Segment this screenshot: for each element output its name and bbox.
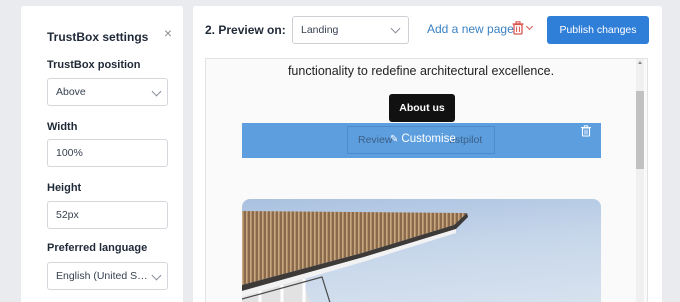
settings-title: TrustBox settings xyxy=(47,30,149,44)
pencil-icon: ✎ xyxy=(390,134,399,145)
preview-page-select[interactable]: Landing xyxy=(292,16,409,44)
customise-button[interactable]: ✎ Customise xyxy=(390,133,456,145)
width-input[interactable]: 100% xyxy=(47,139,168,167)
height-input[interactable]: 52px xyxy=(47,201,168,229)
scrollbar-thumb[interactable] xyxy=(636,91,644,169)
about-us-button[interactable]: About us xyxy=(389,94,455,122)
position-label: TrustBox position xyxy=(47,59,141,71)
language-value: English (United States) xyxy=(56,270,148,282)
preview-label: 2. Preview on: xyxy=(205,23,286,37)
building-photo xyxy=(242,211,468,302)
width-value: 100% xyxy=(56,147,83,159)
add-page-link[interactable]: Add a new page xyxy=(427,22,514,36)
trustbox-widget[interactable]: Review ustpilot ✎ Customise xyxy=(242,123,601,158)
building-image xyxy=(242,199,601,302)
language-label: Preferred language xyxy=(47,242,148,254)
chevron-down-icon xyxy=(390,23,401,34)
height-label: Height xyxy=(47,182,82,194)
preview-scrollbar[interactable] xyxy=(636,67,644,302)
scroll-up-arrow[interactable] xyxy=(636,59,644,67)
preview-page-value: Landing xyxy=(301,24,339,36)
trash-icon[interactable] xyxy=(580,125,592,137)
publish-button[interactable]: Publish changes xyxy=(547,16,649,44)
widget-text-left: Review xyxy=(358,134,393,146)
language-select[interactable]: English (United States) xyxy=(47,262,168,290)
close-icon[interactable]: × xyxy=(161,26,175,40)
main-panel: 2. Preview on: Landing Add a new page Pu… xyxy=(193,6,662,302)
width-label: Width xyxy=(47,121,78,133)
chevron-down-icon xyxy=(525,22,534,31)
chevron-down-icon xyxy=(151,270,162,281)
position-value: Above xyxy=(56,86,86,98)
settings-panel: TrustBox settings × TrustBox position Ab… xyxy=(21,6,183,302)
customise-label: Customise xyxy=(401,133,456,145)
delete-page-button[interactable] xyxy=(512,21,536,37)
trash-icon xyxy=(512,21,524,35)
chevron-down-icon xyxy=(151,86,162,97)
page-preview: functionality to redefine architectural … xyxy=(205,58,648,302)
position-select[interactable]: Above xyxy=(47,78,168,106)
preview-body-text: functionality to redefine architectural … xyxy=(287,64,555,78)
height-value: 52px xyxy=(56,209,79,221)
